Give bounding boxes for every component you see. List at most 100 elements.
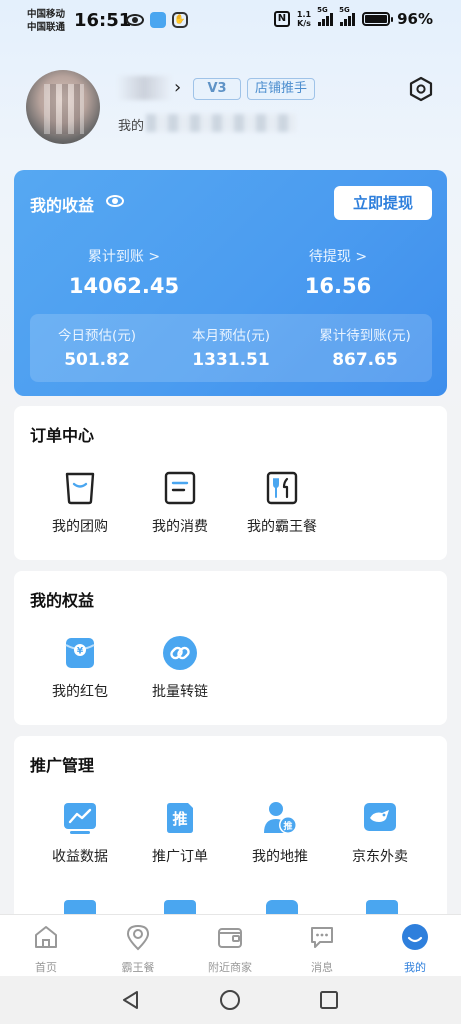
today-estimate: 今日预估(元) 501.82 xyxy=(30,324,164,370)
battery-percent: 96% xyxy=(397,10,433,28)
home-icon xyxy=(35,926,57,948)
batch-convert-link-item[interactable]: 批量转链 xyxy=(130,635,230,701)
promotion-title: 推广管理 xyxy=(30,756,95,775)
my-red-packet-label: 我的红包 xyxy=(52,684,108,700)
promotion-section: 推广管理 收益数据 推 推广订单 推 我的地推 京东外卖 xyxy=(14,736,447,936)
toggle-visibility-eye-icon[interactable] xyxy=(106,195,124,207)
carrier-2: 中国联通 xyxy=(27,22,66,33)
pending-account-value: 867.65 xyxy=(332,350,398,370)
username-blurred[interactable] xyxy=(118,76,170,100)
chat-bubble-icon xyxy=(311,927,333,948)
jd-takeout-item[interactable]: 京东外卖 xyxy=(330,800,430,866)
smile-face-icon xyxy=(402,924,428,950)
pending-withdraw-label[interactable]: 待提现 > xyxy=(258,246,418,266)
svg-text:¥: ¥ xyxy=(77,647,84,657)
tab-messages[interactable]: 消息 xyxy=(292,923,352,975)
profile-chevron-icon[interactable]: › xyxy=(174,77,181,98)
wallet-icon xyxy=(218,928,242,948)
app-notification-icon xyxy=(150,12,166,28)
total-received-label[interactable]: 累计到账 > xyxy=(44,246,204,266)
ground-promotion-badge-text: 推 xyxy=(283,820,292,832)
benefits-section: 我的权益 ¥ 我的红包 批量转链 xyxy=(14,571,447,725)
back-triangle-icon[interactable] xyxy=(120,989,142,1011)
promotion-orders-label: 推广订单 xyxy=(152,849,208,865)
earnings-summary-panel: 今日预估(元) 501.82 本月预估(元) 1331.51 累计待到账(元) … xyxy=(30,314,432,382)
role-badge[interactable]: 店铺推手 xyxy=(247,78,315,100)
settings-hexagon-icon[interactable] xyxy=(408,76,434,102)
carrier-1: 中国移动 xyxy=(27,9,66,20)
pending-account-label: 累计待到账(元) xyxy=(319,328,411,344)
invite-code-label: 我的 xyxy=(118,119,145,134)
status-time: 16:51 xyxy=(74,10,132,31)
tab-nearby-merchants[interactable]: 附近商家 xyxy=(200,923,260,975)
battery-icon xyxy=(362,12,394,26)
cutlery-icon xyxy=(264,470,300,506)
tab-mine[interactable]: 我的 xyxy=(385,923,445,975)
network-type-1: 5G xyxy=(317,6,328,14)
promotion-order-icon: 推 xyxy=(162,800,198,836)
status-left-icons: ✋ xyxy=(126,12,188,28)
person-promote-icon: 推 xyxy=(262,800,298,836)
status-right-icons: N 1.1 K/s 5G 5G 96% xyxy=(273,6,433,28)
recent-apps-square-icon[interactable] xyxy=(318,989,340,1011)
promotion-badge-text: 推 xyxy=(172,810,187,828)
jd-takeout-label: 京东外卖 xyxy=(352,849,408,865)
total-received-value: 14062.45 xyxy=(68,274,180,298)
earnings-card: 我的收益 立即提现 累计到账 > 14062.45 待提现 > 16.56 今日… xyxy=(14,170,447,396)
receipt-icon xyxy=(162,470,198,506)
network-type-2: 5G xyxy=(339,6,350,14)
today-estimate-value: 501.82 xyxy=(64,350,130,370)
month-estimate-value: 1331.51 xyxy=(192,350,270,370)
order-center-title: 订单中心 xyxy=(30,426,95,445)
tab-nearby-merchants-label: 附近商家 xyxy=(208,961,252,974)
my-group-buy-label: 我的团购 xyxy=(52,519,108,535)
tab-home[interactable]: 首页 xyxy=(16,923,76,975)
my-group-buy-item[interactable]: 我的团购 xyxy=(30,470,130,536)
nfc-icon: N xyxy=(273,11,290,27)
today-estimate-label: 今日预估(元) xyxy=(57,328,137,344)
speed-unit: K/s xyxy=(297,19,311,28)
month-estimate-label: 本月预估(元) xyxy=(191,328,271,344)
my-consumption-label: 我的消费 xyxy=(152,519,208,535)
home-circle-icon[interactable] xyxy=(219,989,241,1011)
jd-dog-icon xyxy=(362,800,398,836)
link-icon xyxy=(162,635,198,671)
my-red-packet-item[interactable]: ¥ 我的红包 xyxy=(30,635,130,701)
my-free-meal-label: 我的霸王餐 xyxy=(247,519,317,535)
tab-free-meal-label: 霸王餐 xyxy=(121,961,155,974)
tab-home-label: 首页 xyxy=(35,961,57,974)
gesture-icon: ✋ xyxy=(172,12,188,28)
earnings-data-item[interactable]: 收益数据 xyxy=(30,800,130,866)
my-ground-promotion-item[interactable]: 推 我的地推 xyxy=(230,800,330,866)
order-center-section: 订单中心 我的团购 我的消费 我的霸王餐 xyxy=(14,406,447,560)
bottom-tab-bar: 首页 霸王餐 附近商家 消息 我的 xyxy=(0,914,461,976)
signal-1-icon: 5G xyxy=(317,6,334,26)
eye-comfort-icon xyxy=(126,14,144,26)
level-badge[interactable]: V3 xyxy=(193,78,241,100)
shopping-bag-icon xyxy=(62,470,98,506)
next-row-icon-1[interactable] xyxy=(64,900,96,914)
earnings-data-label: 收益数据 xyxy=(52,849,108,865)
promotion-orders-item[interactable]: 推 推广订单 xyxy=(130,800,230,866)
tab-messages-label: 消息 xyxy=(311,961,333,974)
invite-code-blurred xyxy=(146,114,296,132)
my-ground-promotion-label: 我的地推 xyxy=(252,849,308,865)
next-row-icon-2[interactable] xyxy=(164,900,196,914)
tab-free-meal[interactable]: 霸王餐 xyxy=(108,923,168,975)
status-bar: 中国移动 中国联通 16:51 ✋ N 1.1 K/s 5G 5G 96% xyxy=(0,0,461,44)
location-pin-icon xyxy=(126,924,150,951)
benefits-title: 我的权益 xyxy=(30,591,95,610)
red-packet-icon: ¥ xyxy=(62,635,98,671)
my-consumption-item[interactable]: 我的消费 xyxy=(130,470,230,536)
batch-convert-link-label: 批量转链 xyxy=(152,684,208,700)
carrier-info: 中国移动 中国联通 xyxy=(27,8,65,34)
withdraw-button[interactable]: 立即提现 xyxy=(334,186,432,220)
network-speed: 1.1 K/s xyxy=(297,10,311,28)
month-estimate: 本月预估(元) 1331.51 xyxy=(164,324,298,370)
avatar[interactable] xyxy=(26,70,100,144)
speed-value: 1.1 xyxy=(296,10,312,19)
next-row-icon-3[interactable] xyxy=(266,900,298,914)
system-nav-bar xyxy=(0,976,461,1024)
my-free-meal-item[interactable]: 我的霸王餐 xyxy=(230,470,334,536)
next-row-icon-4[interactable] xyxy=(366,900,398,914)
